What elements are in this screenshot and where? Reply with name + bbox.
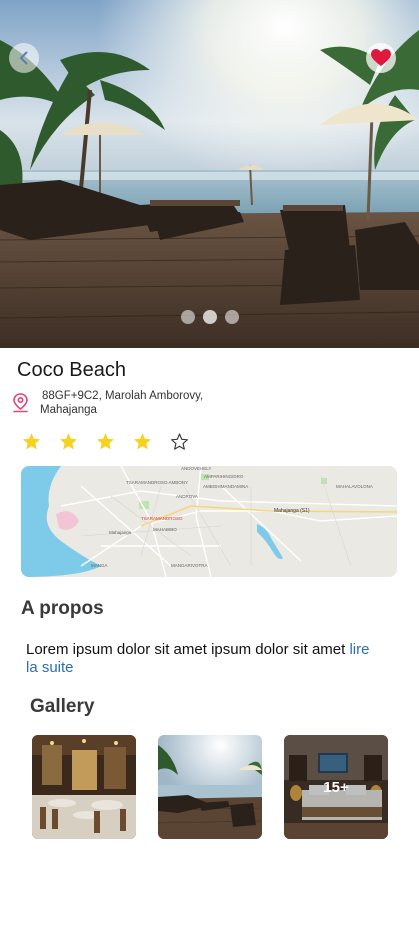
star-filled-icon [97,433,114,450]
favorite-button[interactable] [366,43,396,73]
location-map[interactable]: ANDOVEHELY AMPARIHINGIDRO TSARAMANDROSO … [21,466,397,577]
map-label: Mahajanga (S1) [274,508,310,514]
beach-photo-thumb [158,735,262,839]
address-line-1: 88GF+9C2, Marolah Amborovy, [42,390,204,402]
map-label: MAHALAVOLONA [336,484,373,489]
place-title: Coco Beach [17,359,126,381]
hero-image-carousel[interactable] [0,0,419,348]
restaurant-photo [32,735,136,839]
map-label: ANDROVA [176,494,198,499]
more-photos-count: 15+ [284,735,388,839]
star-filled-icon [60,433,77,450]
map-label: ANDOVEHELY [181,466,211,471]
about-body: Lorem ipsum dolor sit amet ipsum dolor s… [26,641,346,658]
gallery-thumbnail[interactable] [158,735,262,839]
star-filled-icon [134,433,151,450]
carousel-dot[interactable] [180,310,195,324]
map-pin-icon [13,393,28,413]
about-text: Lorem ipsum dolor sit amet ipsum dolor s… [26,641,376,677]
carousel-dot[interactable] [224,310,239,324]
heart-icon [371,49,391,66]
gallery-title: Gallery [30,696,95,717]
place-address: 88GF+9C2, Marolah Amborovy, Mahajanga [40,389,230,417]
about-title: A propos [21,598,104,619]
carousel-dot[interactable] [202,310,217,324]
map-label: TSARAMANDROSO [141,516,183,521]
back-button[interactable] [9,43,39,73]
carousel-indicator [0,310,419,324]
beach-photo [0,0,419,348]
map-label: MANGARIVOTRA [171,563,208,568]
map-label: AMPARIHINGIDRO [204,474,244,479]
map-label: MANGA [91,563,108,568]
star-empty-icon [171,433,188,450]
star-filled-icon [23,433,40,450]
map-label: AMBOHIMANDAMINA [203,484,248,489]
chevron-left-icon [20,51,28,65]
rating-stars [22,432,189,451]
gallery-thumbnail[interactable] [32,735,136,839]
map-image: ANDOVEHELY AMPARIHINGIDRO TSARAMANDROSO … [21,466,397,577]
map-label: MAHABIBO [153,527,177,532]
address-line-2: Mahajanga [40,404,97,416]
map-label: Mahajanga [109,530,132,535]
map-label: TSARAMANDROSO AMBONY [126,480,188,485]
gallery-thumbnail-more[interactable]: 15+ [284,735,388,839]
